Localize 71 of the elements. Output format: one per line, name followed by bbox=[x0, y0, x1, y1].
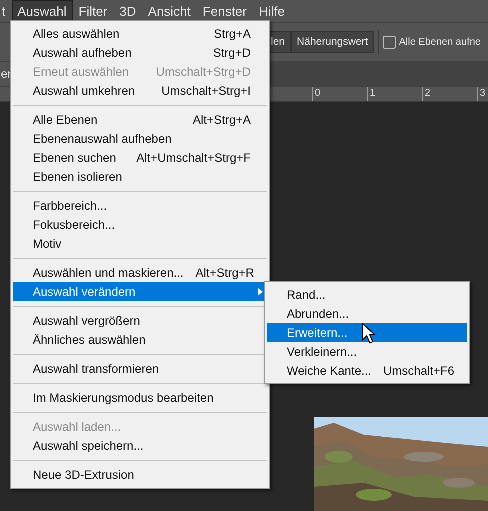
menubar-item[interactable]: t bbox=[0, 0, 12, 22]
shortcut: Alt+Strg+R bbox=[196, 266, 254, 280]
menu-item-label: Ebenen suchen bbox=[33, 150, 116, 164]
ruler-label: 2 bbox=[422, 87, 477, 101]
menu-item[interactable]: Auswahl speichern... bbox=[13, 436, 267, 455]
menu-item[interactable]: Verkleinern... bbox=[267, 342, 467, 361]
ruler-label: 0 bbox=[312, 87, 367, 101]
menu-item[interactable]: Weiche Kante... Umschalt+F6 bbox=[267, 361, 467, 380]
menubar-item[interactable]: Hilfe bbox=[253, 0, 292, 22]
menu-item-label: Auswahl umkehren bbox=[33, 84, 136, 98]
menubar-item[interactable]: Filter bbox=[72, 0, 114, 22]
menu-item[interactable]: Neue 3D-Extrusion bbox=[13, 465, 267, 484]
ruler-label: 3 bbox=[477, 87, 486, 101]
menu-item[interactable]: Im Maskierungsmodus bearbeiten bbox=[13, 388, 267, 407]
submenu-arrow-icon bbox=[258, 288, 263, 296]
menu-item[interactable]: Auswahl aufheben Strg+D bbox=[13, 43, 267, 62]
menu-item-label: Motiv bbox=[33, 236, 62, 250]
menu-item[interactable]: Ebenen isolieren bbox=[13, 167, 267, 186]
menu-item-label: Neue 3D-Extrusion bbox=[33, 468, 134, 482]
menu-item[interactable]: Alles auswählen Strg+A bbox=[13, 24, 267, 43]
menu-item[interactable]: Alle Ebenen Alt+Strg+A bbox=[13, 110, 267, 129]
menu-item[interactable]: Auswahl verändern bbox=[13, 282, 267, 301]
menu-item[interactable]: Abrunden... bbox=[267, 304, 467, 323]
menu-item-label: Farbbereich... bbox=[33, 198, 108, 212]
shortcut: Alt+Strg+A bbox=[192, 112, 251, 126]
menu-item-label: Rand... bbox=[287, 288, 326, 302]
menu-item[interactable]: Auswahl umkehren Umschalt+Strg+I bbox=[13, 81, 267, 100]
menu-item-label: Ähnliches auswählen bbox=[33, 332, 146, 346]
menu-item-label: Fokusbereich... bbox=[33, 218, 116, 232]
menu-item[interactable]: Erweitern... bbox=[267, 323, 467, 342]
menu-item-label: Ebenenauswahl aufheben bbox=[33, 132, 172, 146]
menubar-item[interactable]: Ansicht bbox=[142, 0, 197, 22]
menu-item-label: Verkleinern... bbox=[287, 344, 358, 358]
menubar-item[interactable]: 3D bbox=[114, 0, 142, 22]
menubar-item[interactable]: Fenster bbox=[196, 0, 253, 22]
menu-item[interactable]: Auswahl vergrößern bbox=[13, 311, 267, 330]
checkbox-label: Alle Ebenen aufne bbox=[399, 36, 481, 48]
menu-item-label: Auswahl laden... bbox=[33, 420, 122, 434]
menu-item-label: Auswählen und maskieren... bbox=[33, 266, 184, 280]
menu-item-label: Im Maskierungsmodus bearbeiten bbox=[33, 390, 214, 404]
menu-item[interactable]: Auswählen und maskieren... Alt+Strg+R bbox=[13, 263, 267, 282]
shortcut: Alt+Umschalt+Strg+F bbox=[136, 150, 251, 164]
menu-item-label: Auswahl vergrößern bbox=[33, 314, 140, 328]
menu-item[interactable]: Ebenenauswahl aufheben bbox=[13, 129, 267, 148]
menu-item-label: Alle Ebenen bbox=[33, 112, 98, 126]
shortcut: Strg+D bbox=[213, 46, 251, 60]
option-button[interactable]: Näherungswert bbox=[291, 31, 374, 53]
menu-item-label: Weiche Kante... bbox=[287, 364, 372, 378]
menu-item[interactable]: Ähnliches auswählen bbox=[13, 330, 267, 349]
menu-item-label: Erneut auswählen bbox=[33, 64, 130, 78]
menu-item-label: Auswahl aufheben bbox=[33, 46, 132, 60]
menu-item[interactable]: Fokusbereich... bbox=[13, 215, 267, 234]
menu-item-label: Abrunden... bbox=[287, 306, 350, 320]
menu-item-label: Auswahl verändern bbox=[33, 284, 136, 298]
menu-item[interactable]: Ebenen suchen Alt+Umschalt+Strg+F bbox=[13, 148, 267, 167]
menu-item[interactable]: Rand... bbox=[267, 285, 467, 304]
shortcut: Umschalt+Strg+I bbox=[162, 84, 251, 98]
menu-item-label: Ebenen isolieren bbox=[33, 170, 122, 184]
shortcut: Strg+A bbox=[214, 26, 251, 40]
menu-item[interactable]: Motiv bbox=[13, 234, 267, 253]
menu-item-label: Alles auswählen bbox=[33, 26, 120, 40]
shortcut: Umschalt+F6 bbox=[384, 364, 455, 378]
menu-item[interactable]: Auswahl transformieren bbox=[13, 359, 267, 378]
menu-item-label: Erweitern... bbox=[287, 326, 348, 340]
menu-item[interactable]: Farbbereich... bbox=[13, 196, 267, 215]
shortcut: Umschalt+Strg+D bbox=[156, 64, 251, 78]
menu-item-label: Auswahl transformieren bbox=[33, 362, 160, 376]
cursor-icon bbox=[362, 323, 376, 344]
menu-item-label: Auswahl speichern... bbox=[33, 438, 144, 452]
checkbox[interactable] bbox=[383, 36, 396, 48]
ruler-label: 1 bbox=[367, 87, 422, 101]
